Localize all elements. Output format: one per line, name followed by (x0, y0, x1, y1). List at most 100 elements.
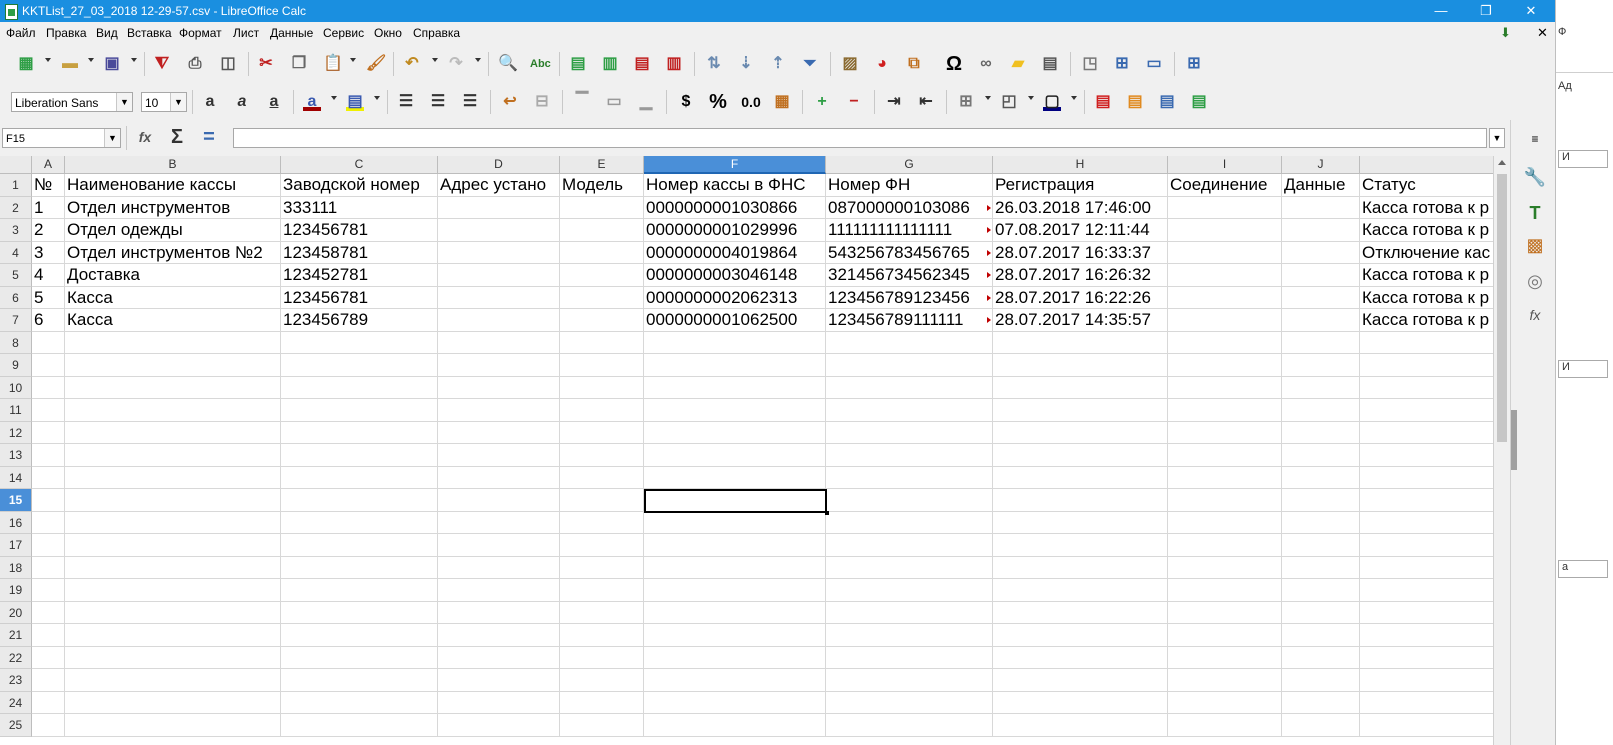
row-header[interactable]: 20 (0, 601, 32, 624)
undo-icon[interactable]: ↶ (400, 53, 424, 75)
wrap-text-icon[interactable]: ↩ (498, 91, 522, 113)
table-cell[interactable] (826, 421, 993, 444)
table-cell[interactable] (560, 691, 644, 714)
align-bottom-icon[interactable]: ▁ (634, 91, 658, 113)
align-center-icon[interactable]: ☰ (426, 91, 450, 113)
clone-formatting-icon[interactable]: 🖌 (363, 53, 387, 75)
table-cell[interactable] (32, 646, 65, 669)
table-cell[interactable] (65, 466, 281, 489)
table-cell[interactable] (438, 714, 560, 737)
table-cell[interactable] (560, 511, 644, 534)
table-cell[interactable] (1168, 646, 1282, 669)
row-header[interactable]: 10 (0, 376, 32, 399)
chevron-down-icon[interactable]: ▼ (104, 129, 120, 147)
table-cell[interactable] (993, 399, 1168, 422)
table-cell[interactable] (1168, 219, 1282, 242)
table-cell[interactable] (1168, 399, 1282, 422)
table-cell[interactable] (1282, 601, 1360, 624)
redo-dropdown-arrow[interactable] (475, 58, 481, 62)
table-cell[interactable]: Номер ФН (826, 174, 993, 197)
table-cell[interactable] (438, 376, 560, 399)
headers-footers-icon[interactable]: ▤ (1038, 53, 1062, 75)
table-cell[interactable] (560, 669, 644, 692)
table-cell[interactable]: 333111 (281, 196, 438, 219)
table-cell[interactable] (644, 624, 826, 647)
table-cell[interactable] (32, 444, 65, 467)
table-cell[interactable] (1282, 399, 1360, 422)
update-icon[interactable]: ⬇ (1500, 25, 1511, 41)
decrease-indent-icon[interactable]: ⇤ (914, 91, 938, 113)
table-cell[interactable] (644, 714, 826, 737)
table-cell[interactable] (826, 579, 993, 602)
font-name-combo[interactable]: Liberation Sans ▼ (11, 92, 133, 112)
highlight-dropdown-arrow[interactable] (374, 96, 380, 100)
table-cell[interactable] (32, 714, 65, 737)
table-cell[interactable]: Касса готова к р (1360, 197, 1493, 219)
table-cell[interactable] (560, 286, 644, 309)
table-cell[interactable] (993, 624, 1168, 647)
table-cell[interactable] (560, 556, 644, 579)
save-dropdown-arrow[interactable] (131, 58, 137, 62)
table-cell[interactable] (65, 331, 281, 354)
insert-chart-icon[interactable]: ◕ (870, 53, 894, 75)
scroll-up-arrow[interactable] (1498, 160, 1506, 165)
table-cell[interactable] (644, 444, 826, 467)
row-header[interactable]: 15 (0, 489, 32, 512)
table-cell[interactable] (644, 646, 826, 669)
row-header[interactable]: 24 (0, 691, 32, 714)
table-cell[interactable]: 2 (32, 219, 65, 242)
menu-help[interactable]: Справка (413, 26, 460, 40)
row-header[interactable]: 16 (0, 511, 32, 534)
table-cell[interactable] (1282, 286, 1360, 309)
table-cell[interactable] (1360, 534, 1493, 557)
table-cell[interactable] (1168, 466, 1282, 489)
table-cell[interactable] (1282, 714, 1360, 737)
comment-icon[interactable]: ▰ (1006, 53, 1030, 75)
highlight-color-icon[interactable]: ▤ (343, 91, 367, 113)
row-header[interactable]: 25 (0, 714, 32, 737)
table-cell[interactable]: 543256783456765 (826, 241, 993, 264)
table-cell[interactable] (281, 489, 438, 512)
row-header[interactable]: 5 (0, 264, 32, 287)
table-cell[interactable]: Номер кассы в ФНС (644, 174, 826, 197)
table-cell[interactable]: Адрес устано (438, 174, 560, 197)
table-cell[interactable] (32, 534, 65, 557)
sidebar-menu-icon[interactable]: ≡ (1522, 126, 1548, 152)
table-cell[interactable] (560, 601, 644, 624)
table-cell[interactable] (281, 669, 438, 692)
menu-edit[interactable]: Правка (46, 26, 87, 40)
table-cell[interactable] (32, 399, 65, 422)
table-cell[interactable] (1282, 331, 1360, 354)
table-cell[interactable] (32, 691, 65, 714)
insert-rows-icon[interactable]: ▤ (630, 53, 654, 75)
table-cell[interactable] (438, 466, 560, 489)
open-folder-icon[interactable]: ▬ (58, 53, 82, 75)
select-all-corner[interactable] (0, 156, 32, 174)
table-cell[interactable] (65, 376, 281, 399)
table-cell[interactable]: 4 (32, 264, 65, 287)
table-cell[interactable] (644, 579, 826, 602)
borders-icon[interactable]: ⊞ (954, 91, 978, 113)
table-cell[interactable]: Статус (1360, 174, 1493, 197)
special-character-icon[interactable]: Ω (942, 53, 966, 75)
table-cell[interactable] (1168, 286, 1282, 309)
table-cell[interactable] (560, 646, 644, 669)
print-preview-icon[interactable]: ◫ (216, 53, 240, 75)
table-cell[interactable] (826, 646, 993, 669)
table-cell[interactable] (1360, 512, 1493, 534)
table-cell[interactable] (438, 489, 560, 512)
table-cell[interactable] (993, 354, 1168, 377)
table-cell[interactable] (281, 466, 438, 489)
table-cell[interactable]: Касса готова к р (1360, 219, 1493, 242)
table-cell[interactable] (32, 489, 65, 512)
row-header[interactable]: 17 (0, 534, 32, 557)
table-cell[interactable] (65, 534, 281, 557)
row-header[interactable]: 21 (0, 624, 32, 647)
italic-icon[interactable]: a (230, 91, 254, 113)
table-cell[interactable] (1360, 669, 1493, 692)
table-cell[interactable] (1168, 624, 1282, 647)
number-format-icon[interactable]: 0.0 (738, 91, 762, 113)
sum-icon[interactable]: Σ (165, 126, 189, 148)
new-dropdown-arrow[interactable] (45, 58, 51, 62)
table-cell[interactable]: 123458781 (281, 241, 438, 264)
